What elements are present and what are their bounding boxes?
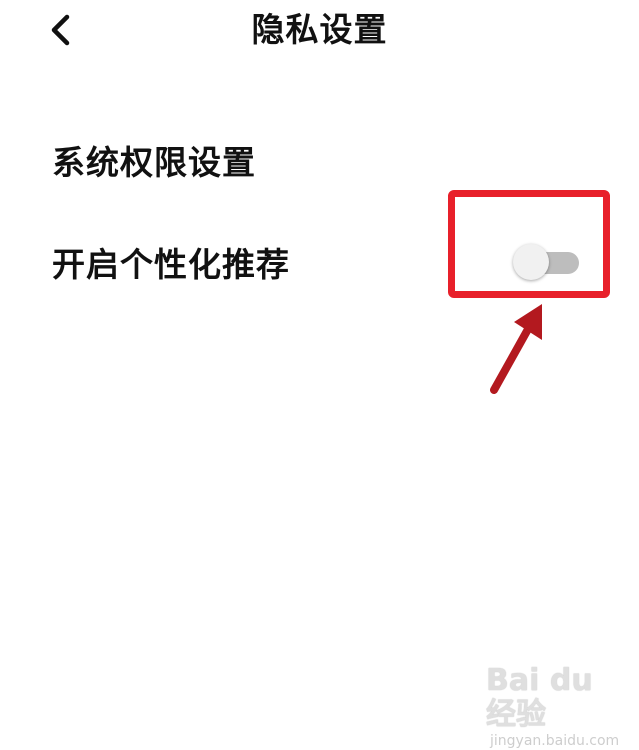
- watermark-url: jingyan.baidu.com: [490, 733, 620, 749]
- annotation-highlight-box: [448, 190, 610, 298]
- settings-item-system-permissions[interactable]: 系统权限设置: [52, 130, 609, 190]
- watermark-logo: Bai du 经验: [486, 663, 593, 732]
- page-title: 隐私设置: [251, 10, 388, 49]
- settings-item-label: 系统权限设置: [52, 143, 256, 182]
- annotation-arrow-icon: [490, 304, 542, 394]
- settings-item-label: 开启个性化推荐: [52, 245, 290, 284]
- baidu-jingyan-watermark: Bai du 经验 jingyan.baidu.com: [486, 664, 619, 750]
- header-bar: 隐私设置: [0, 0, 639, 60]
